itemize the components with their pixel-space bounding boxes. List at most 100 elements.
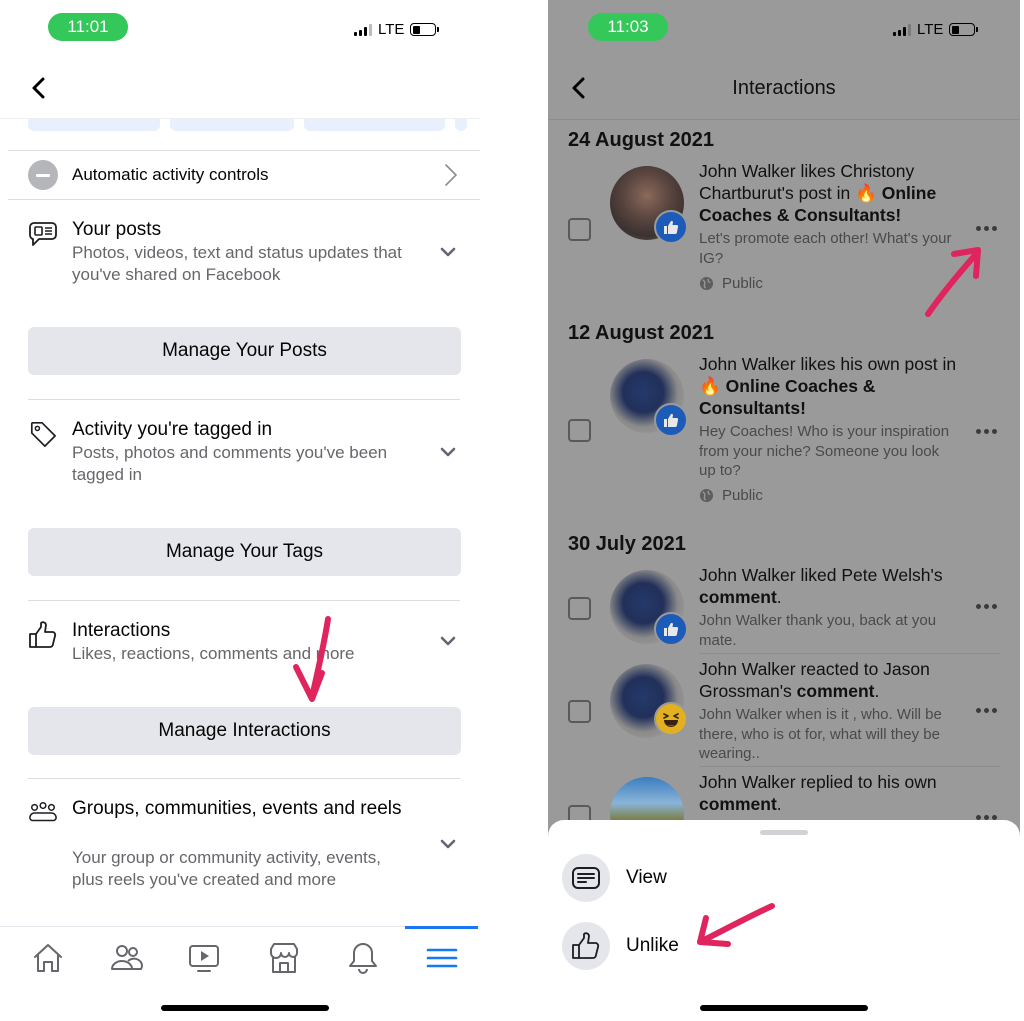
globe-icon bbox=[699, 276, 714, 291]
select-checkbox[interactable] bbox=[568, 419, 591, 442]
home-indicator bbox=[161, 1005, 329, 1011]
network-type: LTE bbox=[378, 21, 405, 38]
section-interactions[interactable]: Interactions Likes, reactions, comments … bbox=[28, 619, 460, 669]
category-chip[interactable] bbox=[170, 119, 294, 131]
divider bbox=[699, 766, 1000, 767]
privacy-indicator: Public bbox=[699, 487, 763, 504]
chevron-down-icon[interactable] bbox=[440, 839, 456, 849]
divider bbox=[28, 399, 460, 400]
manage-interactions-button[interactable]: Manage Interactions bbox=[28, 707, 461, 755]
chevron-down-icon[interactable] bbox=[440, 447, 456, 457]
manage-your-tags-button[interactable]: Manage Your Tags bbox=[28, 528, 461, 576]
section-description: Posts, photos and comments you've been t… bbox=[72, 443, 388, 484]
friends-icon[interactable] bbox=[109, 941, 143, 975]
interaction-item[interactable]: John Walker likes his own post in 🔥 Onli… bbox=[548, 353, 1020, 513]
interaction-text: John Walker replied to his own comment. bbox=[699, 771, 969, 815]
document-lines-icon bbox=[572, 867, 600, 889]
automatic-activity-controls-label: Automatic activity controls bbox=[72, 165, 269, 184]
video-play-icon[interactable] bbox=[187, 941, 221, 975]
date-header: 24 August 2021 bbox=[568, 129, 714, 151]
section-title: Your posts bbox=[72, 219, 162, 240]
interaction-item[interactable]: John Walker liked Pete Welsh's comment. … bbox=[548, 564, 1020, 654]
minus-circle-icon bbox=[28, 160, 58, 190]
divider bbox=[548, 119, 1020, 120]
comment-link[interactable]: comment bbox=[699, 587, 777, 607]
section-groups[interactable]: Groups, communities, events and reels Yo… bbox=[28, 797, 460, 893]
action-sheet: View Unlike bbox=[548, 820, 1020, 1021]
back-button[interactable] bbox=[28, 76, 50, 100]
view-label: View bbox=[626, 867, 667, 888]
storefront-icon[interactable] bbox=[267, 941, 301, 975]
interaction-snippet: John Walker thank you, back at you mate. bbox=[699, 612, 937, 649]
bottom-tab-bar bbox=[0, 926, 480, 986]
fire-emoji-icon: 🔥 bbox=[855, 183, 877, 203]
interaction-snippet: Hey Coaches! Who is your inspiration fro… bbox=[699, 423, 950, 479]
section-title: Activity you're tagged in bbox=[72, 419, 273, 440]
privacy-label: Public bbox=[722, 487, 763, 504]
automatic-activity-controls-row[interactable]: Automatic activity controls bbox=[8, 152, 480, 198]
divider bbox=[28, 600, 460, 601]
comment-link[interactable]: comment bbox=[797, 681, 875, 701]
text-plain: John Walker replied to his own bbox=[699, 772, 937, 792]
interaction-snippet: Let's promote each other! What's your IG… bbox=[699, 230, 952, 267]
tag-icon bbox=[30, 421, 56, 447]
category-chip-strip bbox=[0, 118, 480, 132]
chevron-down-icon[interactable] bbox=[440, 247, 456, 257]
section-title: Groups, communities, events and reels bbox=[72, 798, 402, 819]
like-reaction-badge bbox=[654, 210, 688, 244]
select-checkbox[interactable] bbox=[568, 700, 591, 723]
unlike-label: Unlike bbox=[626, 935, 679, 956]
more-options-button[interactable] bbox=[976, 708, 998, 714]
date-header: 30 July 2021 bbox=[568, 533, 686, 555]
thumbs-up-icon bbox=[664, 413, 679, 427]
chevron-right-icon bbox=[445, 164, 458, 186]
page-title: Interactions bbox=[732, 77, 836, 99]
divider bbox=[699, 653, 1000, 654]
battery-icon bbox=[410, 23, 440, 36]
chevron-down-icon[interactable] bbox=[440, 636, 456, 646]
battery-icon bbox=[949, 23, 979, 36]
section-title: Interactions bbox=[72, 620, 171, 641]
comment-link[interactable]: comment bbox=[699, 794, 777, 814]
thumbs-up-icon bbox=[572, 932, 600, 959]
fire-emoji-icon: 🔥 bbox=[699, 376, 721, 396]
more-options-button[interactable] bbox=[976, 604, 998, 610]
unlike-option[interactable]: Unlike bbox=[562, 922, 679, 970]
section-your-posts[interactable]: Your posts Photos, videos, text and stat… bbox=[28, 218, 460, 288]
post-bubble-icon bbox=[29, 222, 57, 246]
interaction-item[interactable]: John Walker reacted to Jason Grossman's … bbox=[548, 658, 1020, 768]
view-option[interactable]: View bbox=[562, 854, 667, 902]
people-group-icon bbox=[29, 801, 57, 822]
sheet-grabber[interactable] bbox=[760, 830, 808, 835]
interaction-snippet: John Walker when is it , who. Will be th… bbox=[699, 706, 942, 762]
unlike-icon-circle bbox=[562, 922, 610, 970]
select-checkbox[interactable] bbox=[568, 218, 591, 241]
thumbs-up-icon bbox=[664, 622, 679, 636]
signal-icon bbox=[354, 23, 372, 36]
text-plain: John Walker liked Pete Welsh's bbox=[699, 565, 943, 585]
divider bbox=[28, 778, 460, 779]
interaction-item[interactable]: John Walker likes Christony Chartburut's… bbox=[548, 160, 1020, 300]
status-time: 11:03 bbox=[588, 13, 668, 41]
text-plain: John Walker likes his own post in bbox=[699, 354, 957, 374]
category-chip[interactable] bbox=[304, 119, 445, 131]
bell-icon[interactable] bbox=[346, 941, 380, 975]
group-link[interactable]: Online Coaches & Consultants! bbox=[699, 376, 875, 418]
category-chip[interactable] bbox=[28, 119, 160, 131]
more-options-button[interactable] bbox=[976, 429, 998, 435]
view-icon-circle bbox=[562, 854, 610, 902]
status-indicators: LTE bbox=[354, 21, 440, 38]
section-tagged[interactable]: Activity you're tagged in Posts, photos … bbox=[28, 418, 460, 488]
more-options-button[interactable] bbox=[976, 226, 998, 232]
category-chip[interactable] bbox=[455, 119, 467, 131]
manage-your-posts-button[interactable]: Manage Your Posts bbox=[28, 327, 461, 375]
like-reaction-badge bbox=[654, 403, 688, 437]
text-tail: . bbox=[874, 681, 880, 701]
privacy-label: Public bbox=[722, 275, 763, 292]
globe-icon bbox=[699, 488, 714, 503]
hamburger-menu-icon[interactable] bbox=[425, 941, 459, 975]
select-checkbox[interactable] bbox=[568, 597, 591, 620]
home-icon[interactable] bbox=[31, 941, 65, 975]
interaction-text: John Walker likes his own post in 🔥 Onli… bbox=[699, 353, 969, 419]
laughing-emoji-icon bbox=[663, 713, 679, 727]
